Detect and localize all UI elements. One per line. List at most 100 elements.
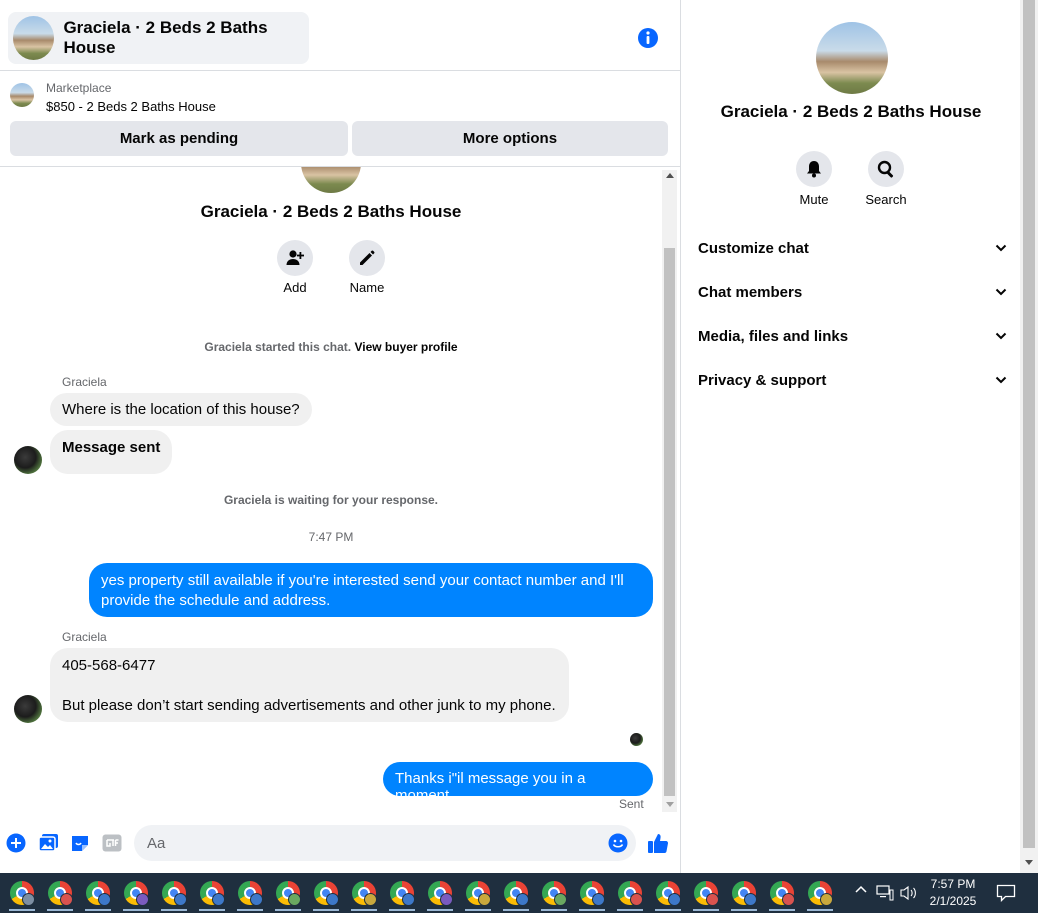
running-indicator bbox=[655, 909, 681, 911]
taskbar-clock[interactable]: 7:57 PM 2/1/2025 bbox=[922, 876, 984, 910]
taskbar-chrome-window-button[interactable] bbox=[805, 878, 835, 911]
taskbar-chrome-window-button[interactable] bbox=[387, 878, 417, 911]
section-label: Customize chat bbox=[698, 239, 809, 257]
taskbar-chrome-window-button[interactable] bbox=[311, 878, 341, 911]
outgoing-message[interactable]: Thanks i"il message you in a moment bbox=[383, 762, 653, 804]
taskbar: 7:57 PM 2/1/2025 bbox=[0, 873, 1038, 913]
media-files-links-section[interactable]: Media, files and links bbox=[698, 324, 1008, 348]
photo-button[interactable] bbox=[38, 833, 59, 853]
bell-icon bbox=[807, 161, 821, 178]
info-listing-photo bbox=[816, 22, 888, 94]
chat-scroll-area[interactable]: Graciela · 2 Beds 2 Baths House Add Name… bbox=[0, 167, 680, 817]
taskbar-chrome-window-button[interactable] bbox=[349, 878, 379, 911]
chat-intro-photo bbox=[301, 167, 361, 193]
chevron-down-icon bbox=[995, 376, 1007, 384]
incoming-message-line: But please don’t start sending advertise… bbox=[62, 697, 556, 714]
listing-summary[interactable]: $850 - 2 Beds 2 Baths House bbox=[46, 99, 216, 114]
taskbar-chrome-window-button[interactable] bbox=[729, 878, 759, 911]
name-label: Name bbox=[349, 280, 385, 295]
read-receipt-avatar bbox=[630, 733, 643, 746]
volume-icon[interactable] bbox=[900, 885, 918, 901]
message-bubble-icon bbox=[996, 884, 1016, 903]
window-scroll-thumb[interactable] bbox=[1023, 0, 1035, 848]
profile-badge-icon bbox=[554, 893, 567, 906]
taskbar-chrome-window-button[interactable] bbox=[425, 878, 455, 911]
add-person-icon bbox=[286, 250, 304, 265]
incoming-message[interactable]: Where is the location of this house? bbox=[50, 393, 312, 426]
taskbar-chrome-window-button[interactable] bbox=[501, 878, 531, 911]
chat-header-title-button[interactable]: Graciela · 2 Beds 2 Baths House bbox=[8, 12, 309, 64]
taskbar-chrome-window-button[interactable] bbox=[767, 878, 797, 911]
edit-name-button[interactable] bbox=[349, 240, 385, 276]
taskbar-chrome-window-button[interactable] bbox=[159, 878, 189, 911]
sender-name: Graciela bbox=[62, 630, 107, 644]
privacy-support-section[interactable]: Privacy & support bbox=[698, 368, 1008, 392]
taskbar-chrome-window-button[interactable] bbox=[577, 878, 607, 911]
mark-pending-button[interactable]: Mark as pending bbox=[10, 121, 348, 156]
chat-scroll-thumb[interactable] bbox=[664, 248, 675, 796]
sender-avatar[interactable] bbox=[14, 695, 42, 723]
chat-members-section[interactable]: Chat members bbox=[698, 280, 1008, 304]
taskbar-chrome-window-button[interactable] bbox=[83, 878, 113, 911]
like-button[interactable] bbox=[647, 832, 669, 854]
profile-badge-icon bbox=[22, 893, 35, 906]
profile-badge-icon bbox=[136, 893, 149, 906]
add-person-button[interactable] bbox=[277, 240, 313, 276]
message-input[interactable]: Aa bbox=[134, 825, 636, 861]
running-indicator bbox=[275, 909, 301, 911]
gif-button[interactable] bbox=[102, 834, 122, 852]
emoji-button[interactable] bbox=[608, 833, 628, 853]
mute-button[interactable] bbox=[796, 151, 832, 187]
section-label: Media, files and links bbox=[698, 327, 849, 345]
info-icon[interactable] bbox=[637, 27, 659, 49]
running-indicator bbox=[351, 909, 377, 911]
taskbar-chrome-window-button[interactable] bbox=[235, 878, 265, 911]
taskbar-chrome-window-button[interactable] bbox=[121, 878, 151, 911]
running-indicator bbox=[313, 909, 339, 911]
running-indicator bbox=[503, 909, 529, 911]
incoming-message[interactable]: Message sent bbox=[50, 430, 173, 474]
incoming-message[interactable]: 405-568-6477 But please don’t start send… bbox=[50, 648, 569, 722]
taskbar-chrome-window-button[interactable] bbox=[615, 878, 645, 911]
waiting-notice: Graciela is waiting for your response. bbox=[223, 493, 439, 507]
clock-time: 7:57 PM bbox=[930, 877, 976, 891]
chat-scrollbar[interactable] bbox=[662, 170, 677, 812]
notifications-button[interactable] bbox=[996, 884, 1016, 903]
search-button[interactable] bbox=[868, 151, 904, 187]
marketplace-label: Marketplace bbox=[46, 81, 112, 95]
taskbar-chrome-window-button[interactable] bbox=[539, 878, 569, 911]
info-panel-title: Graciela · 2 Beds 2 Baths House bbox=[720, 102, 982, 121]
profile-badge-icon bbox=[326, 893, 339, 906]
add-attachment-button[interactable] bbox=[6, 833, 26, 853]
running-indicator bbox=[807, 909, 833, 911]
running-indicator bbox=[389, 909, 415, 911]
show-hidden-icons-button[interactable] bbox=[854, 883, 868, 903]
taskbar-chrome-window-button[interactable] bbox=[45, 878, 75, 911]
taskbar-chrome-window-button[interactable] bbox=[463, 878, 493, 911]
customize-chat-section[interactable]: Customize chat bbox=[698, 236, 1008, 260]
profile-badge-icon bbox=[744, 893, 757, 906]
running-indicator bbox=[579, 909, 605, 911]
window-scrollbar[interactable] bbox=[1020, 0, 1038, 873]
chevron-up-icon bbox=[855, 885, 867, 893]
view-buyer-profile-link[interactable]: View buyer profile bbox=[354, 340, 457, 354]
chevron-down-icon bbox=[995, 244, 1007, 252]
taskbar-chrome-window-button[interactable] bbox=[653, 878, 683, 911]
chat-info-panel: Graciela · 2 Beds 2 Baths House Mute Sea… bbox=[680, 0, 1020, 873]
outgoing-message[interactable]: yes property still available if you're i… bbox=[89, 563, 653, 617]
taskbar-chrome-window-button[interactable] bbox=[273, 878, 303, 911]
profile-badge-icon bbox=[212, 893, 225, 906]
outgoing-message-line: yes property still available if you're i… bbox=[101, 572, 624, 589]
scroll-down-arrow[interactable] bbox=[666, 802, 674, 807]
window-scroll-down-arrow[interactable] bbox=[1025, 860, 1033, 865]
network-icon[interactable] bbox=[876, 885, 894, 901]
taskbar-chrome-window-button[interactable] bbox=[197, 878, 227, 911]
running-indicator bbox=[123, 909, 149, 911]
scroll-up-arrow[interactable] bbox=[666, 173, 674, 178]
taskbar-chrome-window-button[interactable] bbox=[7, 878, 37, 911]
chevron-down-icon bbox=[995, 288, 1007, 296]
sender-avatar[interactable] bbox=[14, 446, 42, 474]
taskbar-chrome-window-button[interactable] bbox=[691, 878, 721, 911]
more-options-button[interactable]: More options bbox=[352, 121, 668, 156]
sticker-button[interactable] bbox=[70, 833, 90, 853]
